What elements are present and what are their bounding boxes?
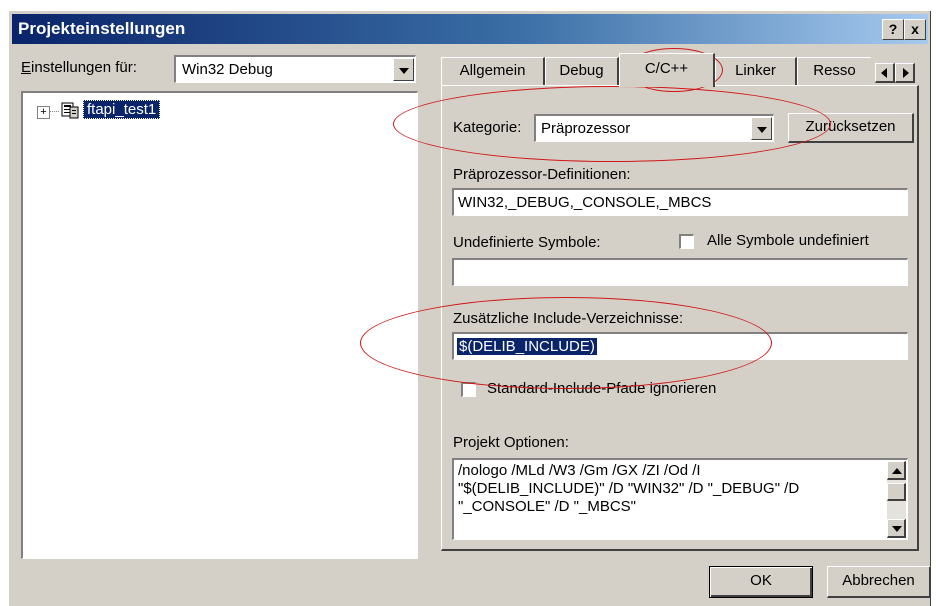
- tab-debug[interactable]: Debug: [545, 57, 619, 85]
- all-undef-checkbox[interactable]: [679, 234, 694, 249]
- tab-scroll-right-button[interactable]: [895, 63, 915, 83]
- help-button[interactable]: ?: [882, 19, 904, 40]
- chevron-down-icon[interactable]: [751, 117, 772, 140]
- tab-page-c-cpp: Kategorie: Präprozessor Zurücksetzen Prä…: [441, 85, 919, 551]
- options-label: Projekt Optionen:: [453, 434, 569, 451]
- tab-scroll-left-button[interactable]: [875, 63, 895, 83]
- settings-for-label-rest: instellungen für:: [31, 59, 137, 76]
- include-dirs-label: Zusätzliche Include-Verzeichnisse:: [453, 310, 684, 327]
- tree-item-ftapi-test1[interactable]: ftapi_test1: [83, 100, 161, 119]
- ignore-std-checkbox[interactable]: [461, 382, 476, 397]
- all-undef-label: Alle Symbole undefiniert: [707, 232, 869, 249]
- options-textarea[interactable]: /nologo /MLd /W3 /Gm /GX /ZI /Od /I "$(D…: [452, 458, 908, 540]
- config-value: Win32 Debug: [182, 61, 273, 78]
- settings-for-label: Einstellungen für:: [21, 59, 137, 76]
- chevron-down-icon: [892, 526, 902, 532]
- project-icon: [61, 101, 79, 119]
- preproc-defs-value: WIN32,_DEBUG,_CONSOLE,_MBCS: [458, 194, 712, 211]
- cancel-button[interactable]: Abbrechen: [827, 566, 931, 598]
- tab-ressourcen[interactable]: Resso: [797, 57, 871, 85]
- window-title: Projekteinstellungen: [18, 19, 186, 38]
- chevron-up-icon: [892, 468, 902, 474]
- scroll-thumb[interactable]: [887, 483, 906, 501]
- scroll-down-button[interactable]: [887, 519, 906, 538]
- options-line-1: /nologo /MLd /W3 /Gm /GX /ZI /Od /I: [458, 462, 701, 479]
- options-line-3: "_CONSOLE" /D "_MBCS": [458, 498, 637, 515]
- category-label: Kategorie:: [453, 119, 522, 136]
- undef-symbols-input[interactable]: [452, 258, 908, 286]
- ignore-std-label: Standard-Include-Pfade ignorieren: [487, 380, 717, 397]
- project-tree[interactable]: + ftapi_test1: [21, 91, 418, 559]
- category-value: Präprozessor: [541, 120, 631, 137]
- reset-button[interactable]: Zurücksetzen: [788, 113, 914, 143]
- options-line-2: "$(DELIB_INCLUDE)" /D "WIN32" /D "_DEBUG…: [458, 480, 800, 497]
- tree-connector: [49, 111, 59, 112]
- chevron-down-icon[interactable]: [393, 58, 414, 81]
- tab-allgemein[interactable]: Allgemein: [441, 57, 545, 85]
- scroll-up-button[interactable]: [887, 461, 906, 480]
- chevron-right-icon: [903, 68, 909, 78]
- close-button[interactable]: x: [904, 19, 926, 40]
- options-scrollbar[interactable]: [887, 461, 906, 538]
- title-bar[interactable]: Projekteinstellungen ? x: [12, 14, 928, 44]
- include-dirs-value: $(DELIB_INCLUDE): [457, 338, 597, 355]
- undef-symbols-label: Undefinierte Symbole:: [453, 234, 601, 251]
- chevron-left-icon: [881, 68, 887, 78]
- expand-icon[interactable]: +: [37, 106, 50, 119]
- ok-button[interactable]: OK: [709, 566, 813, 598]
- preproc-defs-label: Präprozessor-Definitionen:: [453, 166, 631, 183]
- include-dirs-input[interactable]: $(DELIB_INCLUDE): [452, 332, 908, 360]
- tab-c-cpp[interactable]: C/C++: [619, 53, 715, 87]
- config-combobox[interactable]: Win32 Debug: [174, 55, 416, 83]
- tab-linker[interactable]: Linker: [715, 57, 797, 85]
- project-settings-dialog: Projekteinstellungen ? x Einstellungen f…: [8, 10, 931, 606]
- preproc-defs-input[interactable]: WIN32,_DEBUG,_CONSOLE,_MBCS: [452, 188, 908, 216]
- category-combobox[interactable]: Präprozessor: [534, 114, 774, 142]
